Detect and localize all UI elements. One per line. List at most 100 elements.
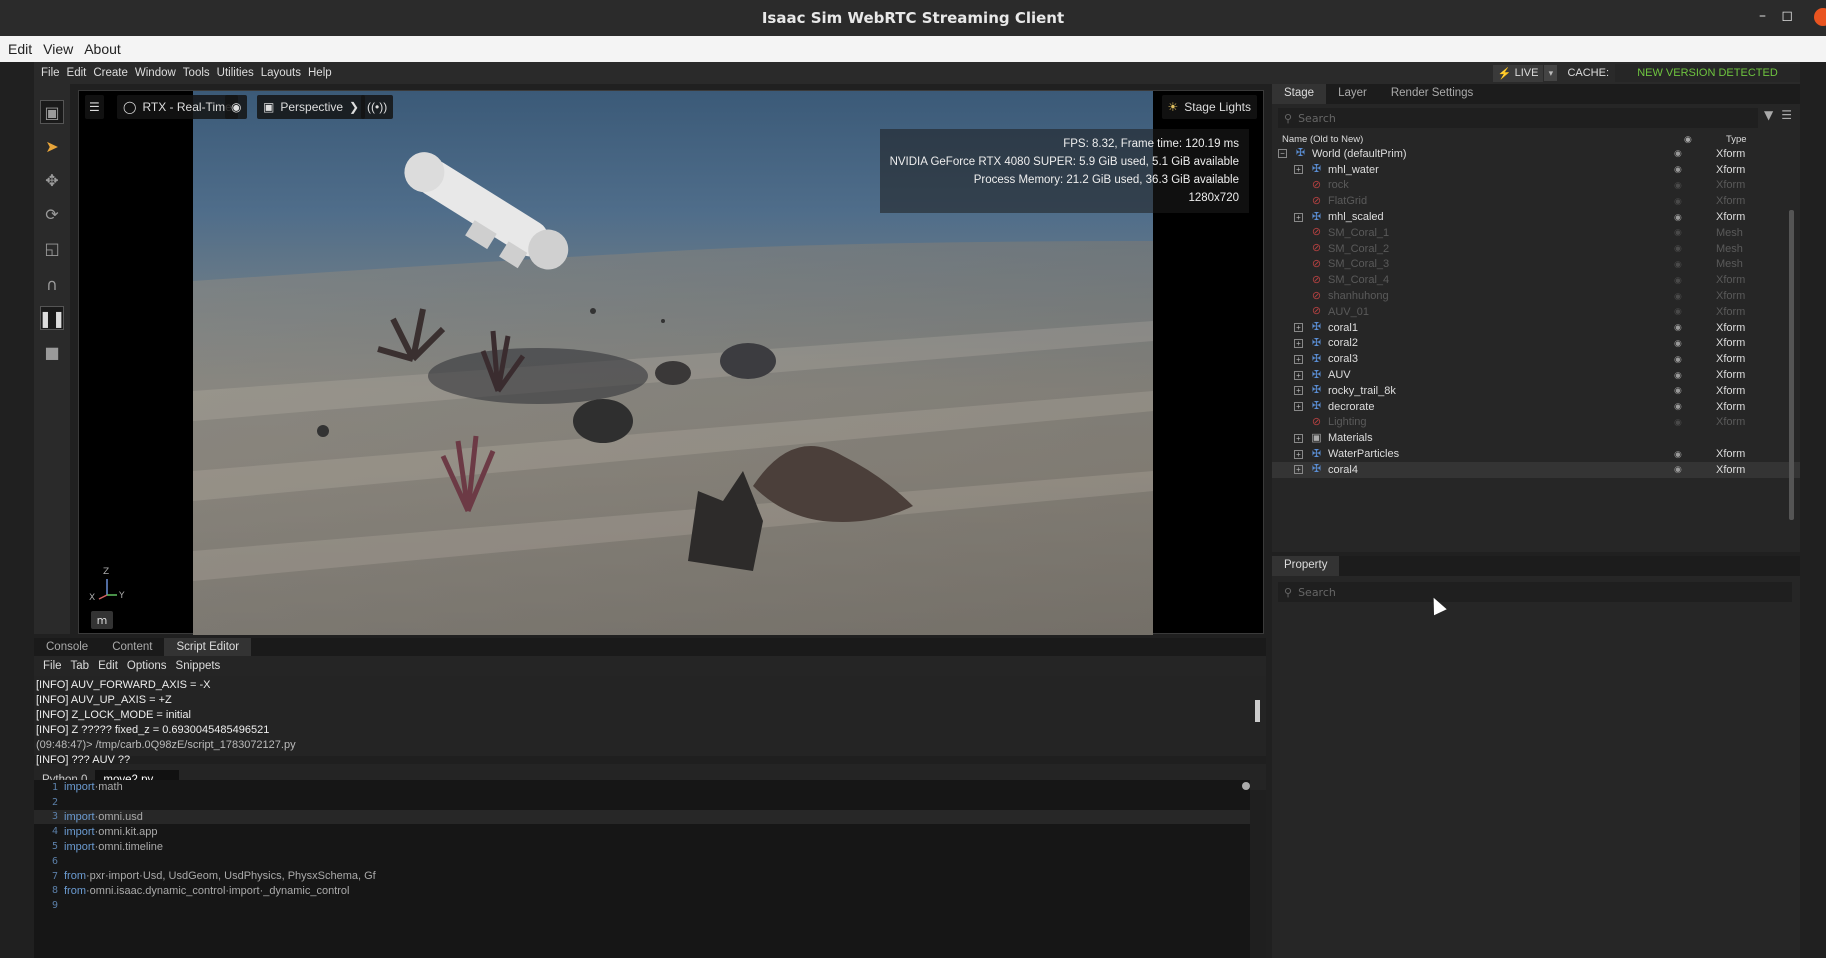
minimize-icon[interactable]: – bbox=[1759, 8, 1766, 24]
column-visibility-icon[interactable]: ◉ bbox=[1684, 134, 1692, 145]
stop-icon[interactable]: ■ bbox=[40, 340, 64, 364]
app-menu-window[interactable]: Window bbox=[135, 67, 176, 79]
visibility-eye-icon[interactable]: ◉ bbox=[1674, 227, 1682, 238]
menu-view[interactable]: View bbox=[43, 41, 73, 57]
stage-row[interactable]: + ✠ mhl_scaled ◉ Xform bbox=[1272, 209, 1800, 225]
app-menu-tools[interactable]: Tools bbox=[183, 67, 210, 79]
visibility-eye-icon[interactable]: ◉ bbox=[1674, 354, 1682, 365]
code-line[interactable]: 4 import·omni.kit.app bbox=[34, 824, 1250, 839]
new-version-badge[interactable]: NEW VERSION DETECTED bbox=[1615, 64, 1800, 82]
visibility-eye-icon[interactable]: ◉ bbox=[1674, 401, 1682, 412]
stage-row[interactable]: + ✠ coral4 ◉ Xform bbox=[1272, 461, 1800, 478]
expand-icon[interactable]: + bbox=[1294, 402, 1303, 412]
visibility-eye-icon[interactable]: ◉ bbox=[1674, 259, 1682, 270]
app-menu-edit[interactable]: Edit bbox=[67, 67, 87, 79]
stage-row[interactable]: + ✠ mhl_water ◉ Xform bbox=[1272, 162, 1800, 178]
stage-row[interactable]: ⊘ AUV_01 ◉ Xform bbox=[1272, 304, 1800, 320]
visibility-eye-icon[interactable]: ◉ bbox=[1674, 148, 1682, 159]
script-output-log[interactable]: [INFO] AUV_FORWARD_AXIS = -X [INFO] AUV_… bbox=[34, 676, 1266, 766]
app-menu-file[interactable]: File bbox=[41, 67, 60, 79]
stage-row[interactable]: + ✠ WaterParticles ◉ Xform bbox=[1272, 446, 1800, 462]
menu-about[interactable]: About bbox=[84, 41, 121, 57]
visibility-button[interactable]: ◉ bbox=[225, 95, 248, 119]
visibility-eye-icon[interactable]: ◉ bbox=[1674, 322, 1682, 333]
select-arrow-icon[interactable]: ➤ bbox=[40, 134, 64, 158]
visibility-eye-icon[interactable]: ◉ bbox=[1674, 243, 1682, 254]
expand-icon[interactable]: + bbox=[1294, 465, 1303, 475]
expand-icon[interactable]: + bbox=[1294, 370, 1303, 380]
expand-icon[interactable]: + bbox=[1294, 338, 1303, 348]
visibility-eye-icon[interactable]: ◉ bbox=[1674, 306, 1682, 317]
stage-row[interactable]: − ✠ World (defaultPrim) ◉ Xform bbox=[1272, 146, 1800, 162]
menu-edit[interactable]: Edit bbox=[8, 41, 32, 57]
frame-select-icon[interactable]: ▣ bbox=[40, 100, 64, 124]
se-menu-edit[interactable]: Edit bbox=[98, 660, 118, 672]
stage-row[interactable]: + ✠ AUV ◉ Xform bbox=[1272, 367, 1800, 383]
visibility-eye-icon[interactable]: ◉ bbox=[1674, 338, 1682, 349]
stage-lights-button[interactable]: ☀ Stage Lights bbox=[1161, 95, 1257, 119]
app-menu-utilities[interactable]: Utilities bbox=[217, 67, 254, 79]
se-menu-options[interactable]: Options bbox=[127, 660, 167, 672]
se-menu-file[interactable]: File bbox=[43, 660, 62, 672]
stage-row[interactable]: ⊘ SM_Coral_2 ◉ Mesh bbox=[1272, 241, 1800, 257]
stage-row[interactable]: ⊘ shanhuhong ◉ Xform bbox=[1272, 288, 1800, 304]
collapse-icon[interactable]: − bbox=[1278, 149, 1287, 159]
code-line[interactable]: 2 bbox=[34, 795, 1250, 810]
code-line[interactable]: 6 bbox=[34, 854, 1250, 869]
stage-row[interactable]: ⊘ FlatGrid ◉ Xform bbox=[1272, 193, 1800, 209]
stage-row[interactable]: ⊘ Lighting ◉ Xform bbox=[1272, 415, 1800, 431]
stage-row[interactable]: ⊘ SM_Coral_1 ◉ Mesh bbox=[1272, 225, 1800, 241]
stage-row[interactable]: ⊘ rock ◉ Xform bbox=[1272, 178, 1800, 194]
tab-stage[interactable]: Stage bbox=[1272, 84, 1327, 104]
filter-icon[interactable]: ▼ bbox=[1764, 108, 1773, 122]
code-line[interactable]: 5 import·omni.timeline bbox=[34, 839, 1250, 854]
visibility-eye-icon[interactable]: ◉ bbox=[1674, 180, 1682, 191]
tab-content[interactable]: Content bbox=[100, 638, 164, 656]
live-button[interactable]: ⚡ LIVE bbox=[1492, 64, 1544, 82]
expand-icon[interactable]: + bbox=[1294, 165, 1303, 175]
visibility-eye-icon[interactable]: ◉ bbox=[1674, 196, 1682, 207]
expand-icon[interactable]: + bbox=[1294, 323, 1303, 333]
property-search-input[interactable]: ⚲ Search bbox=[1278, 582, 1792, 602]
pause-icon[interactable]: ❚❚ bbox=[39, 306, 65, 330]
close-icon[interactable] bbox=[1814, 8, 1826, 26]
expand-icon[interactable]: + bbox=[1294, 386, 1303, 396]
code-line[interactable]: 9 bbox=[34, 898, 1250, 913]
stage-row[interactable]: + ▣ Materials bbox=[1272, 430, 1800, 446]
app-menu-help[interactable]: Help bbox=[308, 67, 332, 79]
live-dropdown-icon[interactable]: ▾ bbox=[1544, 65, 1558, 81]
stage-scrollbar[interactable] bbox=[1789, 210, 1794, 520]
visibility-eye-icon[interactable]: ◉ bbox=[1674, 449, 1682, 460]
tab-console[interactable]: Console bbox=[34, 638, 100, 656]
column-name[interactable]: Name (Old to New) bbox=[1282, 134, 1363, 145]
expand-icon[interactable]: + bbox=[1294, 433, 1303, 443]
visibility-eye-icon[interactable]: ◉ bbox=[1674, 291, 1682, 302]
app-menu-layouts[interactable]: Layouts bbox=[261, 67, 301, 79]
viewport-settings-button[interactable]: ☰ bbox=[85, 95, 104, 119]
visibility-eye-icon[interactable]: ◉ bbox=[1674, 417, 1682, 428]
stage-row[interactable]: + ✠ decrorate ◉ Xform bbox=[1272, 399, 1800, 415]
log-scrollbar[interactable] bbox=[1255, 700, 1260, 722]
camera-button[interactable]: ▣ Perspective ❯ bbox=[257, 95, 366, 119]
code-line[interactable]: 3 import·omni.usd bbox=[34, 809, 1250, 825]
rotate-icon[interactable]: ⟳ bbox=[40, 202, 64, 226]
code-line[interactable]: 1 import·math bbox=[34, 780, 1250, 795]
visibility-eye-icon[interactable]: ◉ bbox=[1674, 164, 1682, 175]
code-editor[interactable]: 1 import·math 2 3 import·omni.usd 4 import·omn… bbox=[34, 780, 1250, 958]
visibility-eye-icon[interactable]: ◉ bbox=[1674, 385, 1682, 396]
visibility-eye-icon[interactable]: ◉ bbox=[1674, 370, 1682, 381]
options-menu-icon[interactable]: ☰ bbox=[1781, 108, 1792, 122]
tab-property[interactable]: Property bbox=[1272, 556, 1340, 576]
tab-script-editor[interactable]: Script Editor bbox=[164, 638, 252, 656]
render-mode-button[interactable]: ◯ RTX - Real-Time bbox=[117, 95, 238, 119]
code-line[interactable]: 7 from·pxr·import·Usd, UsdGeom, UsdPhysic… bbox=[34, 869, 1250, 884]
expand-icon[interactable]: + bbox=[1294, 354, 1303, 364]
stage-search-input[interactable]: ⚲ Search bbox=[1278, 108, 1758, 128]
column-type[interactable]: Type bbox=[1726, 134, 1747, 145]
se-menu-snippets[interactable]: Snippets bbox=[176, 660, 221, 672]
move-icon[interactable]: ✥ bbox=[40, 168, 64, 192]
visibility-eye-icon[interactable]: ◉ bbox=[1674, 212, 1682, 223]
stage-row[interactable]: ⊘ SM_Coral_4 ◉ Xform bbox=[1272, 272, 1800, 288]
scale-icon[interactable]: ◱ bbox=[40, 236, 64, 260]
app-menu-create[interactable]: Create bbox=[93, 67, 128, 79]
